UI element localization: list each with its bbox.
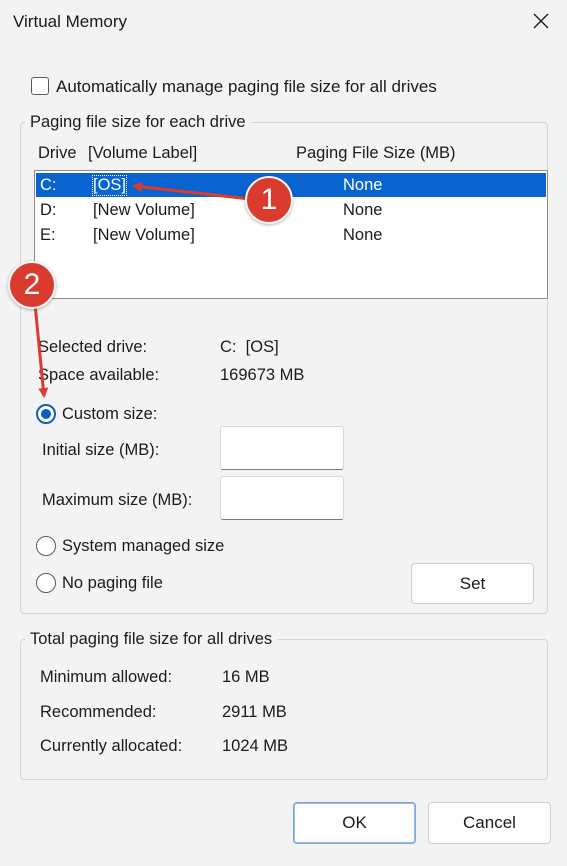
annotation-arrows xyxy=(33,181,251,398)
annotation-arrow-2 xyxy=(33,303,49,398)
annotation-arrow-1 xyxy=(132,181,251,201)
annotation-marker-2: 2 xyxy=(8,261,56,309)
annotation-marker-1: 1 xyxy=(245,176,293,224)
